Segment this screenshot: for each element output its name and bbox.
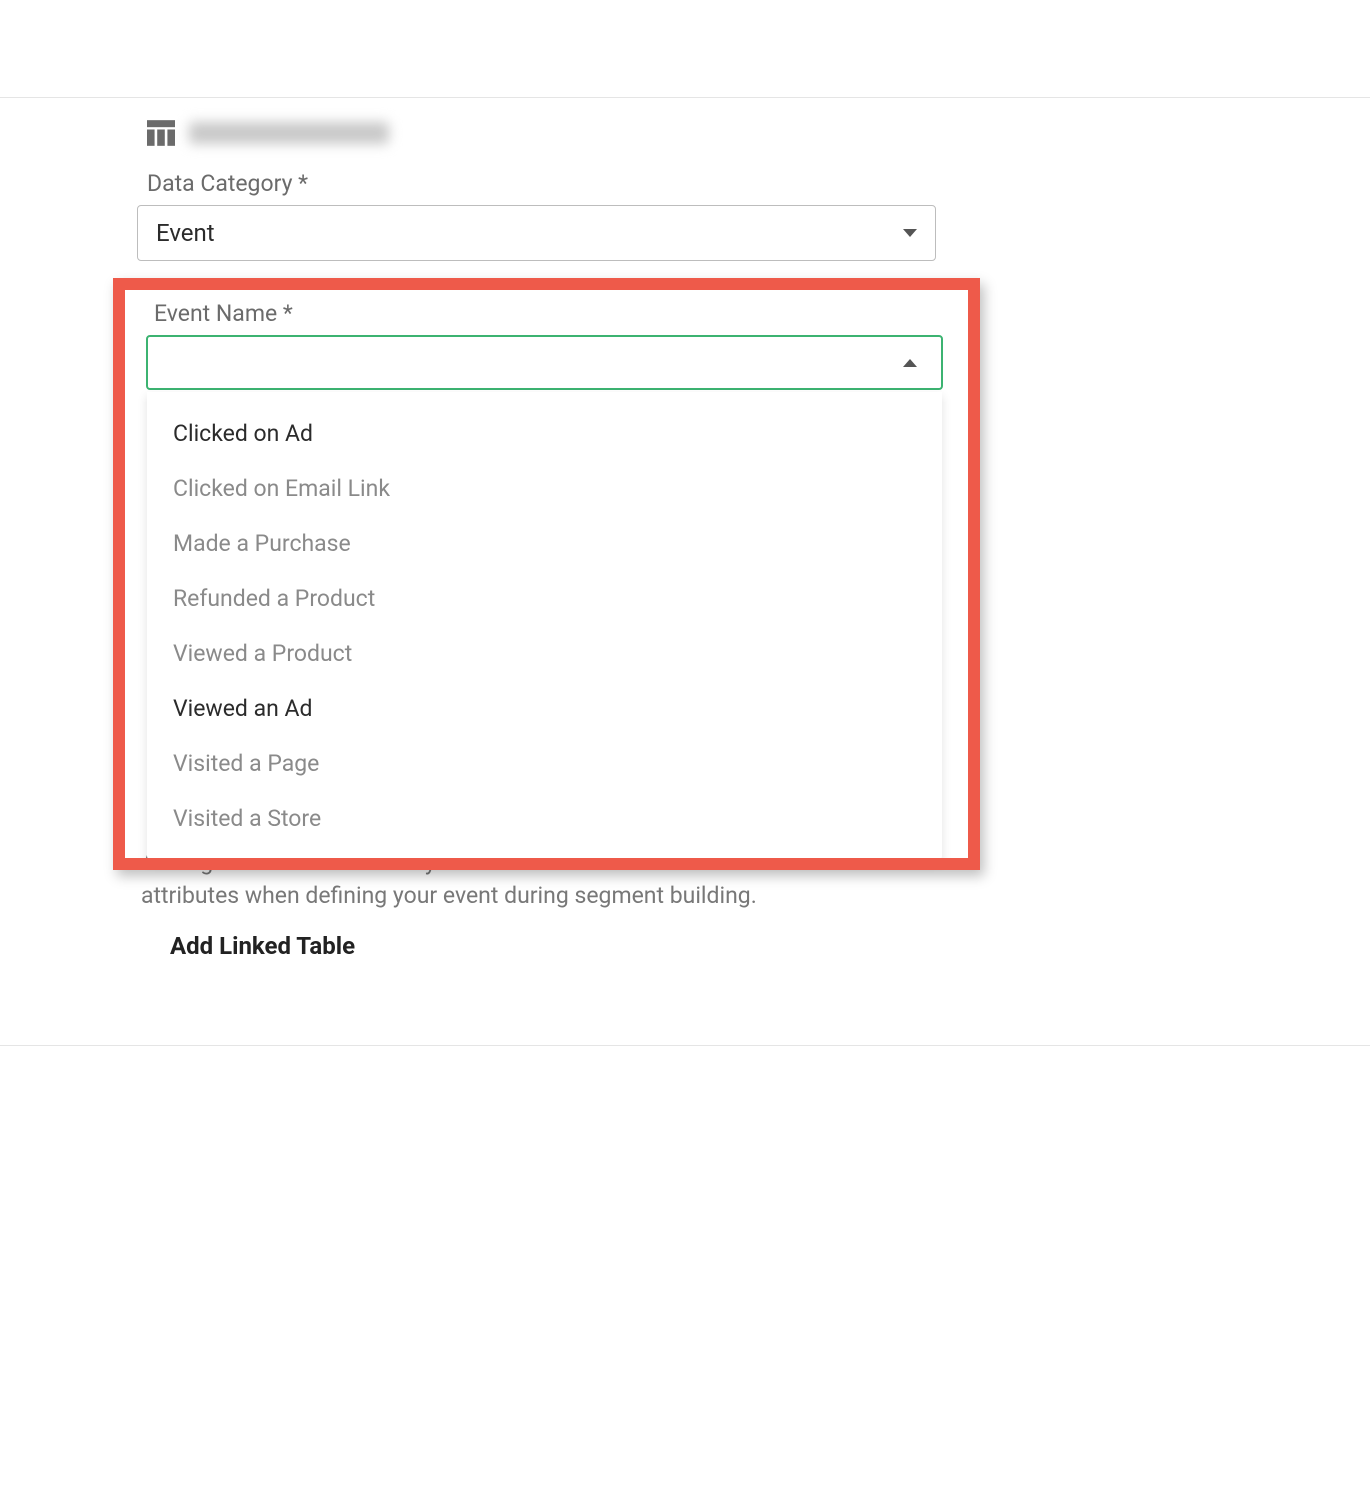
event-option[interactable]: Made a Purchase <box>147 516 942 571</box>
event-name-select[interactable] <box>146 335 943 390</box>
event-option[interactable]: Viewed an Ad <box>147 681 942 736</box>
event-option[interactable]: Visited a Page <box>147 736 942 791</box>
data-category-value: Event <box>156 219 215 247</box>
event-option[interactable]: Viewed a Product <box>147 626 942 681</box>
event-option[interactable]: Clicked on Email Link <box>147 461 942 516</box>
add-linked-table-button[interactable]: Add Linked Table <box>170 932 355 960</box>
data-category-label: Data Category * <box>147 170 937 197</box>
table-icon <box>147 120 175 146</box>
top-divider <box>0 97 1370 98</box>
chevron-down-icon <box>903 229 917 237</box>
event-option[interactable]: Refunded a Product <box>147 571 942 626</box>
bottom-divider <box>0 1045 1370 1046</box>
chevron-up-icon <box>903 359 917 367</box>
event-name-dropdown: Clicked on AdClicked on Email LinkMade a… <box>147 392 942 860</box>
table-name-redacted <box>189 122 389 144</box>
event-option[interactable]: Visited a Store <box>147 791 942 846</box>
event-name-label: Event Name * <box>154 300 946 327</box>
table-header-row <box>147 120 937 146</box>
data-category-select[interactable]: Event <box>137 205 936 261</box>
event-option[interactable]: Clicked on Ad <box>147 406 942 461</box>
